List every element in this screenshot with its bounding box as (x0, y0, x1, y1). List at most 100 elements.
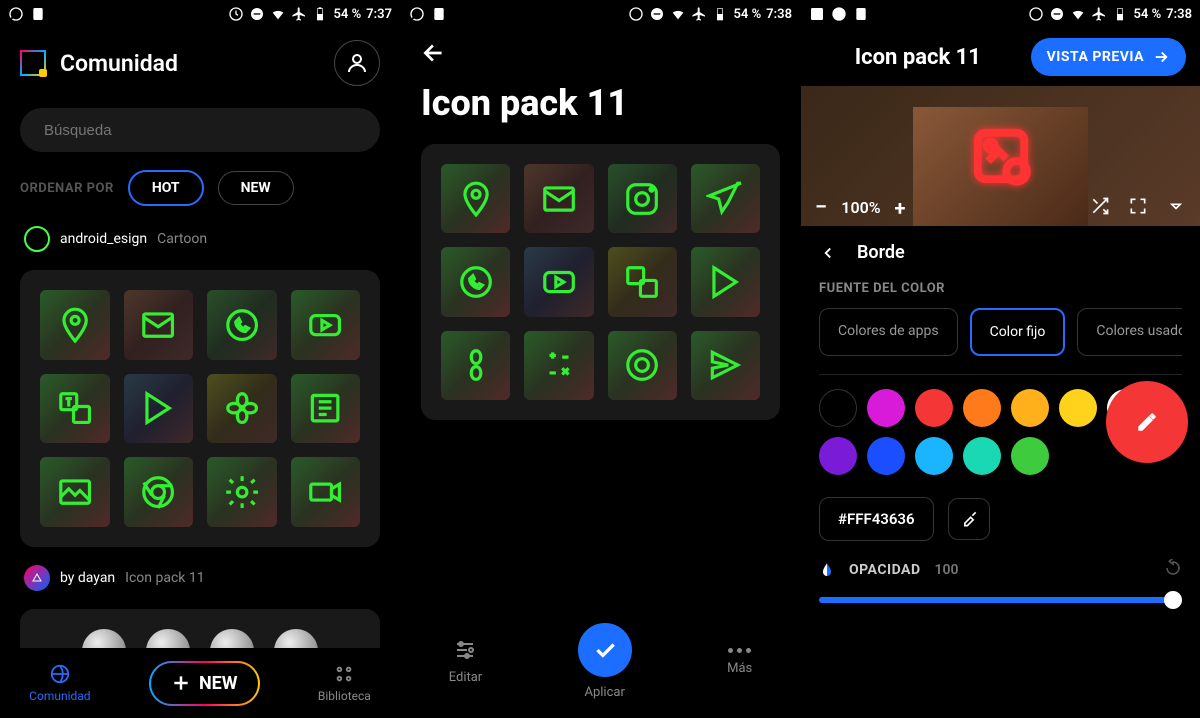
avatar (24, 226, 50, 252)
icon-instagram (608, 164, 677, 233)
battery-text: 54 % (333, 7, 361, 22)
action-bar: Editar Aplicar Más (401, 623, 800, 700)
editor-header: Icon pack 11 VISTA PREVIA (801, 28, 1200, 86)
more-button[interactable]: Más (727, 648, 752, 676)
airplane-icon (691, 6, 707, 22)
icon-translate (608, 247, 677, 316)
new-label: NEW (199, 673, 238, 694)
avatar (24, 565, 50, 591)
shuffle-icon[interactable] (1090, 196, 1110, 220)
page-title: Comunidad (60, 50, 178, 77)
status-bar: 54 % 7:37 (0, 0, 400, 28)
battery-icon (312, 6, 328, 22)
icon-camera (291, 457, 361, 527)
page-title: Icon pack 11 (855, 45, 981, 70)
zoom-out[interactable]: − (815, 195, 827, 220)
app-icon (853, 6, 869, 22)
color-palette (819, 374, 1182, 489)
hex-row: #FFF43636 (819, 489, 1182, 541)
nav-community[interactable]: Comunidad (29, 663, 90, 703)
airplane-icon (1091, 6, 1107, 22)
icon-calculator (524, 331, 593, 400)
slider-thumb[interactable] (1164, 591, 1182, 609)
icon-share (691, 331, 760, 400)
wifi-icon (670, 6, 686, 22)
icon-chrome (124, 457, 194, 527)
icon-preview (970, 125, 1032, 187)
battery-icon (712, 6, 728, 22)
chip-used-colors[interactable]: Colores usados (1077, 308, 1182, 356)
clock: 7:38 (766, 7, 792, 22)
app-header: Comunidad (0, 28, 400, 98)
color-swatch[interactable] (819, 389, 857, 427)
color-swatch[interactable] (915, 437, 953, 475)
opacity-row: OPACIDAD 100 (819, 541, 1182, 587)
eyedropper-button[interactable] (948, 498, 990, 540)
icon-photos (441, 331, 510, 400)
icon-location (441, 164, 510, 233)
icon-youtube (524, 247, 593, 316)
reset-icon[interactable] (1164, 559, 1182, 581)
opacity-value: 100 (935, 562, 959, 578)
post-name: Icon pack 11 (125, 570, 204, 586)
new-button[interactable]: NEW (149, 661, 260, 706)
author: android_esign (60, 231, 147, 247)
nav-library[interactable]: Biblioteca (318, 663, 371, 703)
color-swatch[interactable] (1011, 437, 1049, 475)
status-bar: 54 % 7:38 (401, 0, 800, 28)
tab-new[interactable]: NEW (218, 171, 294, 205)
icon-telegram (691, 164, 760, 233)
clock: 7:38 (1166, 7, 1192, 22)
dnd-icon (249, 6, 265, 22)
icon-whatsapp (207, 290, 277, 360)
color-swatch[interactable] (963, 389, 1001, 427)
color-swatch[interactable] (819, 437, 857, 475)
sync-icon (1028, 6, 1044, 22)
chip-app-colors[interactable]: Colores de apps (819, 308, 958, 356)
icon-news (291, 374, 361, 444)
wifi-icon (1070, 6, 1086, 22)
dnd-icon (649, 6, 665, 22)
battery-text: 54 % (733, 7, 761, 22)
icon-photos (207, 374, 277, 444)
icon-youtube (291, 290, 361, 360)
hex-value[interactable]: #FFF43636 (819, 497, 934, 541)
opacity-slider[interactable] (819, 597, 1182, 603)
border-section: Borde FUENTE DEL COLOR Colores de apps C… (801, 226, 1200, 619)
icon-play (691, 247, 760, 316)
tab-hot[interactable]: HOT (128, 170, 204, 206)
back-button[interactable] (401, 28, 800, 82)
apply-button[interactable]: Aplicar (578, 623, 632, 700)
fullscreen-icon[interactable] (1128, 196, 1148, 220)
account-button[interactable] (334, 40, 380, 86)
post: by dayan Icon pack 11 (0, 553, 400, 603)
action-label: Aplicar (584, 685, 624, 700)
icon-pack-card[interactable] (20, 270, 380, 547)
icon-play (124, 374, 194, 444)
chip-fixed-color[interactable]: Color fijo (970, 308, 1066, 356)
search-field[interactable] (42, 121, 358, 140)
nav-label: Biblioteca (318, 689, 371, 703)
color-swatch[interactable] (963, 437, 1001, 475)
preview-button[interactable]: VISTA PREVIA (1031, 38, 1186, 76)
post-name: Cartoon (157, 231, 207, 247)
search-input[interactable] (20, 108, 380, 152)
dropdown-icon[interactable] (1166, 196, 1186, 220)
battery-icon (1112, 6, 1128, 22)
section-header[interactable]: Borde (819, 242, 1182, 263)
color-swatch[interactable] (867, 437, 905, 475)
color-swatch[interactable] (915, 389, 953, 427)
color-swatch[interactable] (1059, 389, 1097, 427)
sync-icon (228, 6, 244, 22)
icon-whatsapp (441, 247, 510, 316)
color-swatch[interactable] (867, 389, 905, 427)
zoom-in[interactable]: + (895, 196, 906, 220)
icon-gmail (524, 164, 593, 233)
app-logo (20, 50, 46, 76)
edit-button[interactable]: Editar (449, 638, 483, 685)
color-source-chips: Colores de apps Color fijo Colores usado… (819, 308, 1182, 356)
color-swatch[interactable] (1011, 389, 1049, 427)
action-label: Editar (449, 670, 483, 685)
edit-color-fab[interactable] (1106, 381, 1188, 463)
section-title: Borde (857, 242, 905, 263)
